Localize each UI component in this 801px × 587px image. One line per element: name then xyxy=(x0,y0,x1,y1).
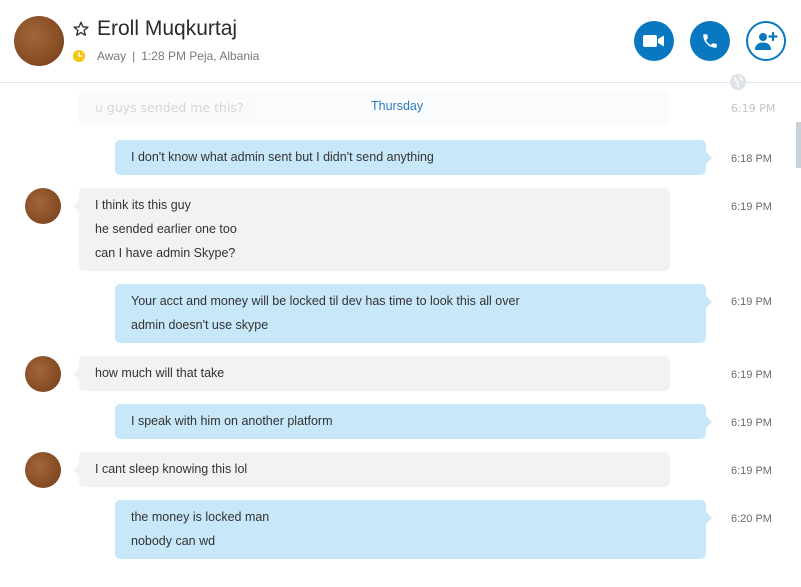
status-row: Away | 1:28 PM Peja, Albania xyxy=(73,48,259,64)
message-time: 6:20 PM xyxy=(731,513,772,525)
away-clock-icon xyxy=(73,50,85,62)
message-text: I don't know what admin sent but I didn'… xyxy=(131,150,434,164)
incoming-message[interactable]: I cant sleep knowing this lol xyxy=(73,452,670,487)
sender-avatar[interactable] xyxy=(25,452,61,488)
incoming-message[interactable]: how much will that take xyxy=(73,356,670,391)
add-person-icon xyxy=(755,31,778,50)
faded-message-text: u guys sended me this? xyxy=(95,100,244,115)
faded-message-time: 6:19 PM xyxy=(731,102,776,115)
incoming-message[interactable]: I think its this guy he sended earlier o… xyxy=(73,188,670,271)
audio-call-button[interactable] xyxy=(690,21,730,61)
outgoing-message[interactable]: I don't know what admin sent but I didn'… xyxy=(115,140,712,175)
sender-avatar[interactable] xyxy=(25,356,61,392)
video-camera-icon xyxy=(643,35,664,47)
message-text: can I have admin Skype? xyxy=(95,246,236,260)
message-text: I speak with him on another platform xyxy=(131,414,333,428)
scrollbar-thumb[interactable] xyxy=(796,122,801,168)
message-time: 6:19 PM xyxy=(731,201,772,213)
outgoing-message[interactable]: I speak with him on another platform xyxy=(115,404,712,439)
add-people-button[interactable] xyxy=(746,21,786,61)
message-text: how much will that take xyxy=(95,366,225,380)
message-text: I cant sleep knowing this lol xyxy=(95,462,248,476)
message-time: 6:18 PM xyxy=(731,153,772,165)
local-time-location: 1:28 PM Peja, Albania xyxy=(141,49,260,63)
message-text: Your acct and money will be locked til d… xyxy=(131,294,520,308)
star-icon[interactable] xyxy=(72,20,90,38)
contact-name[interactable]: Eroll Muqkurtaj xyxy=(97,17,237,41)
status-separator: | xyxy=(132,49,136,63)
message-text: admin doesn't use skype xyxy=(131,318,269,332)
message-time: 6:19 PM xyxy=(731,369,772,381)
outgoing-message[interactable]: the money is locked man nobody can wd xyxy=(115,500,712,559)
message-text: nobody can wd xyxy=(131,534,216,548)
status-text: Away xyxy=(97,49,127,63)
chat-header: Eroll Muqkurtaj Away | 1:28 PM Peja, Alb… xyxy=(0,0,801,83)
video-call-button[interactable] xyxy=(634,21,674,61)
message-time: 6:19 PM xyxy=(731,296,772,308)
message-time: 6:19 PM xyxy=(731,417,772,429)
sender-avatar[interactable] xyxy=(25,188,61,224)
phone-icon xyxy=(703,34,717,48)
day-separator: Thursday xyxy=(371,99,424,113)
message-text: I think its this guy xyxy=(95,198,191,212)
outgoing-message[interactable]: Your acct and money will be locked til d… xyxy=(115,284,712,343)
chat-history[interactable]: u guys sended me this? 6:19 PM Thursday … xyxy=(0,83,801,587)
message-text: the money is locked man xyxy=(131,510,270,524)
message-time: 6:19 PM xyxy=(731,465,772,477)
message-text: he sended earlier one too xyxy=(95,222,237,236)
contact-avatar[interactable] xyxy=(14,16,64,66)
